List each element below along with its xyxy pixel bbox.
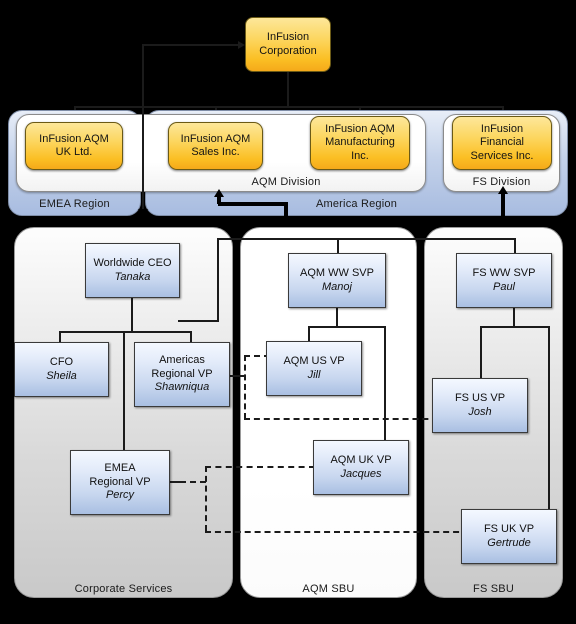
connector-ceo-distribution-bar [59,331,192,333]
role-worldwide-ceo-name: Tanaka [114,270,151,283]
connector-entity-distribution-bar [74,106,504,108]
legal-entity-aqm-mfg-line3: Inc. [351,149,369,162]
role-aqm-ww-svp[interactable]: AQM WW SVP Manoj [288,253,386,308]
division-aqm-label: AQM Division [251,176,321,188]
connector-aqm-sbu-to-division-vert-left [217,196,221,204]
role-fs-us-vp-title: FS US VP [454,391,506,404]
connector-fs-svp-distribution-bar [480,326,550,328]
connector-ceo-down-stub [131,297,133,333]
connector-ceo-right-branch-lower [178,320,218,322]
role-americas-vp-name: Shawniqua [154,381,210,394]
role-emea-regional-vp[interactable]: EMEA Regional VP Percy [70,450,170,515]
connector-emea-vp-stub [170,481,180,483]
role-americas-vp-title: Americas [159,353,205,366]
arrow-down-into-aqm-sbu-icon [281,218,291,226]
connector-aqm-svp-down-stub [336,307,338,327]
role-cfo-title: CFO [49,355,74,368]
role-cfo[interactable]: CFO Sheila [14,342,109,397]
connector-ceo-right-branch-riser [217,238,219,322]
connector-drop-emea-vp [123,331,125,451]
role-fs-us-vp[interactable]: FS US VP Josh [432,378,528,433]
legal-entity-infusion-financial-services[interactable]: InFusion Financial Services Inc. [452,116,552,170]
connector-drop-aqm-us-vp [308,326,310,342]
arrow-up-into-aqm-division-icon [214,189,224,197]
connector-drop-aqm-uk-vp [384,326,386,440]
legal-entity-aqm-sales-line1: InFusion AQM [180,132,251,145]
legal-entity-aqm-sales[interactable]: InFusion AQM Sales Inc. [168,122,263,170]
role-fs-uk-vp[interactable]: FS UK VP Gertrude [461,509,557,564]
org-chart-diagram: InFusion Corporation EMEA Region America… [0,0,576,624]
role-worldwide-ceo[interactable]: Worldwide CEO Tanaka [85,243,180,298]
role-fs-us-vp-name: Josh [468,405,492,418]
role-aqm-us-vp-title: AQM US VP [283,354,345,367]
legal-entity-aqm-mfg-line1: InFusion AQM [325,122,395,135]
role-emea-vp-name: Percy [105,489,135,502]
connector-corp-down [287,72,289,107]
connector-americas-vp-stub [229,375,244,377]
dotted-emea-vp-run [180,481,206,483]
role-fs-ww-svp[interactable]: FS WW SVP Paul [456,253,552,308]
legal-entity-fs-line2: Financial [479,136,525,149]
sbu-corporate-services-label: Corporate Services [74,583,173,595]
sbu-fs-label: FS SBU [473,583,514,595]
role-aqm-uk-vp[interactable]: AQM UK VP Jacques [313,440,409,495]
role-aqm-uk-vp-name: Jacques [340,467,382,480]
sbu-aqm-label: AQM SBU [302,583,355,595]
role-fs-ww-svp-name: Paul [492,280,516,293]
legal-entity-fs-line1: InFusion [480,122,524,135]
role-fs-ww-svp-title: FS WW SVP [472,266,536,279]
role-americas-regional-vp[interactable]: Americas Regional VP Shawniqua [134,342,230,407]
role-fs-uk-vp-title: FS UK VP [483,522,535,535]
role-americas-vp-title2: Regional VP [151,367,213,380]
connector-aqm-svp-distribution-bar [308,326,386,328]
dotted-emea-vp-riser [205,466,207,531]
legal-entity-fs-line3: Services Inc. [470,149,534,162]
connector-cross-sbu-bar [217,238,516,240]
legal-entity-aqm-uk-line2: UK Ltd. [55,146,93,158]
connector-drop-fs-ww-svp [514,238,516,254]
role-fs-uk-vp-name: Gertrude [487,536,531,549]
dotted-americas-vp-riser [244,355,246,419]
arrow-into-corporation-icon [238,41,245,49]
role-worldwide-ceo-title: Worldwide CEO [93,256,172,269]
region-emea-label: EMEA Region [39,198,110,210]
role-cfo-name: Sheila [46,369,77,382]
legal-entity-aqm-uk-line1: InFusion AQM [39,132,109,145]
role-emea-vp-title: EMEA [104,461,136,474]
role-aqm-ww-svp-title: AQM WW SVP [300,266,374,279]
legal-entity-aqm-manufacturing[interactable]: InFusion AQM Manufacturing Inc. [310,116,410,170]
legal-entity-infusion-corporation[interactable]: InFusion Corporation [245,17,331,72]
legal-entity-aqm-sales-line2: Sales Inc. [191,146,240,158]
dotted-emea-vp-to-aqm-uk-vp [205,466,315,468]
arrow-down-into-corporate-services-icon [138,209,148,217]
connector-aqm-sbu-to-division [218,202,288,206]
dotted-emea-vp-to-fs-uk-vp [205,531,469,533]
connector-drop-fs-uk-vp [548,326,550,510]
enterprise-label: InFusion Corporation [259,31,317,57]
role-emea-vp-title2: Regional VP [89,475,151,488]
arrow-up-into-fs-division-icon [498,186,508,194]
connector-drop-fs-us-vp [480,326,482,379]
role-aqm-ww-svp-name: Manoj [322,280,352,293]
role-aqm-uk-vp-title: AQM UK VP [330,453,392,466]
role-aqm-us-vp[interactable]: AQM US VP Jill [266,341,362,396]
connector-drop-aqm-ww-svp [337,238,339,254]
legal-entity-aqm-uk[interactable]: InFusion AQM UK Ltd. [25,122,123,170]
legal-entity-aqm-mfg-line2: Manufacturing [325,136,395,149]
connector-region-boundary-trunk [142,44,144,211]
role-aqm-us-vp-name: Jill [307,368,321,381]
connector-corp-inbound-horizontal [142,44,238,46]
connector-fs-svp-down-stub [513,307,515,327]
